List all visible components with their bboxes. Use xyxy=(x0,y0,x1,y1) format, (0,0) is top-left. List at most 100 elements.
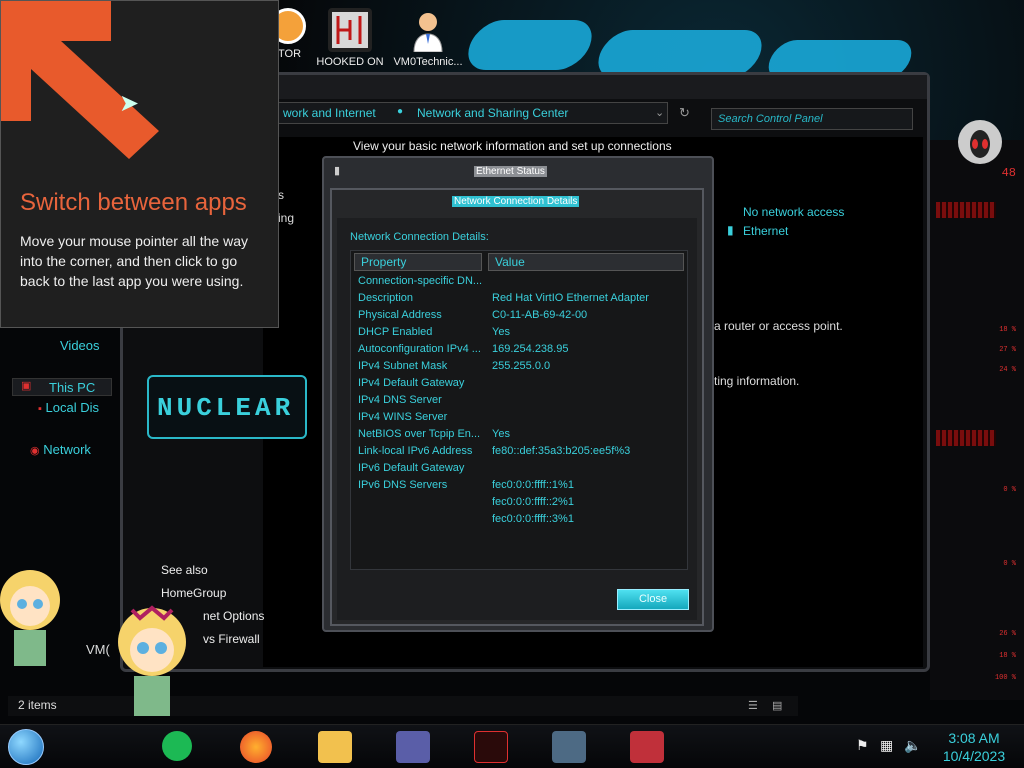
search-input[interactable]: Search Control Panel xyxy=(711,108,913,130)
details-view-icon[interactable]: ☰ xyxy=(748,699,758,712)
alien-logo-icon xyxy=(958,120,1002,164)
property-cell: IPv4 Default Gateway xyxy=(358,377,465,389)
nav-item-local-disk[interactable]: ▪ Local Dis xyxy=(38,400,99,415)
cartoon-character-icon xyxy=(112,602,192,720)
table-row[interactable]: IPv4 Subnet Mask 255.255.0.0 xyxy=(352,359,686,376)
desktop-icon-hooked-on[interactable]: HOOKED ON xyxy=(310,8,390,68)
cartoon-character-icon xyxy=(0,560,70,670)
value-cell: 255.255.0.0 xyxy=(492,360,551,372)
table-row[interactable]: Description Red Hat VirtIO Ethernet Adapt… xyxy=(352,291,686,308)
table-row[interactable]: NetBIOS over Tcpip En... Yes xyxy=(352,427,686,444)
value-cell: fec0:0:0:ffff::1%1 xyxy=(492,479,574,491)
dialog-title: Network Connection Details xyxy=(452,196,580,207)
property-cell: IPv4 Subnet Mask xyxy=(358,360,448,372)
nav-item-this-pc[interactable]: ▣ This PC xyxy=(12,378,112,396)
close-button[interactable]: Close xyxy=(617,589,689,610)
nuclear-logo: NUCLEAR xyxy=(147,375,307,439)
news-app-icon[interactable] xyxy=(630,731,664,763)
troubleshoot-text: ting information. xyxy=(714,374,800,388)
computer-icon: ▣ xyxy=(21,380,32,392)
firefox-icon[interactable] xyxy=(240,731,272,763)
refresh-icon[interactable]: ↻ xyxy=(679,105,690,121)
see-also-firewall[interactable]: vs Firewall xyxy=(203,632,260,646)
see-also-heading: See also xyxy=(161,563,208,577)
property-cell: IPv6 DNS Servers xyxy=(358,479,448,491)
table-row[interactable]: fec0:0:0:ffff::2%1 xyxy=(352,495,686,512)
value-cell: fec0:0:0:ffff::3%1 xyxy=(492,513,574,525)
gadget-value: 0 % xyxy=(1003,486,1016,494)
file-explorer-icon[interactable] xyxy=(318,731,352,763)
table-row[interactable]: Autoconfiguration IPv4 ... 169.254.238.95 xyxy=(352,342,686,359)
nav-item-network[interactable]: ◉ Network xyxy=(30,442,91,457)
gadget-bar xyxy=(936,430,996,446)
maze-icon xyxy=(328,8,372,52)
see-also-homegroup[interactable]: HomeGroup xyxy=(161,586,226,600)
gadget-value: 26 % xyxy=(999,630,1016,638)
system-monitor-gadget: 48 18 % 27 % 24 % 0 % 0 % 26 % 18 % 100 … xyxy=(930,120,1024,700)
table-row[interactable]: Link-local IPv6 Address fe80::def:35a3:b2… xyxy=(352,444,686,461)
doctor-icon xyxy=(406,8,450,53)
table-row[interactable]: IPv6 Default Gateway xyxy=(352,461,686,478)
ethernet-link[interactable]: Ethernet xyxy=(743,224,788,238)
plug-icon: ▮ xyxy=(727,223,734,237)
value-cell: 169.254.238.95 xyxy=(492,343,569,355)
plug-icon: ▮ xyxy=(334,165,341,177)
clock[interactable]: 3:08 AM 10/4/2023 xyxy=(934,729,1014,765)
desktop-icon-vm0technic[interactable]: VM0Technic... xyxy=(388,8,468,68)
column-header-value[interactable]: Value xyxy=(488,253,684,271)
table-row[interactable]: IPv4 WINS Server xyxy=(352,410,686,427)
value-cell: Yes xyxy=(492,326,510,338)
nav-item-videos[interactable]: Videos xyxy=(60,338,100,353)
gadget-value: 18 % xyxy=(999,326,1016,334)
value-cell: Yes xyxy=(492,428,510,440)
column-header-property[interactable]: Property xyxy=(354,253,482,271)
clock-time: 3:08 AM xyxy=(948,730,1000,746)
tip-body: Move your mouse pointer all the way into… xyxy=(20,233,248,289)
taskbar: ⚑ ▦ 🔈 3:08 AM 10/4/2023 xyxy=(0,724,1024,768)
dialog-title: Ethernet Status xyxy=(474,166,547,177)
table-row[interactable]: fec0:0:0:ffff::3%1 xyxy=(352,512,686,529)
table-row[interactable]: DHCP Enabled Yes xyxy=(352,325,686,342)
property-cell: Physical Address xyxy=(358,309,442,321)
corner-arrow-icon xyxy=(1,1,159,159)
mouse-pointer-icon: ➤ xyxy=(119,90,140,117)
breadcrumb-prev[interactable]: work and Internet xyxy=(283,106,376,120)
table-row[interactable]: IPv6 DNS Servers fec0:0:0:ffff::1%1 xyxy=(352,478,686,495)
speaker-icon[interactable]: 🔈 xyxy=(904,737,921,754)
property-cell: NetBIOS over Tcpip En... xyxy=(358,428,481,440)
table-row[interactable]: Physical Address C0-11-AB-69-42-00 xyxy=(352,308,686,325)
disk-icon: ▪ xyxy=(38,403,42,415)
truncated-text: ing xyxy=(278,211,295,225)
gadget-value: 24 % xyxy=(999,366,1016,374)
table-row[interactable]: Connection-specific DN... xyxy=(352,274,686,291)
router-text: a router or access point. xyxy=(714,319,843,333)
chevron-down-icon[interactable]: ⌄ xyxy=(655,106,664,119)
network-icon: ◉ xyxy=(30,445,40,457)
tip-title: Switch between apps xyxy=(20,189,247,216)
wallpaper-brush-stroke xyxy=(460,20,600,70)
gadget-value: 0 % xyxy=(1003,560,1016,568)
switch-apps-tip: ➤ Switch between apps Move your mouse po… xyxy=(0,0,279,328)
address-bar[interactable]: work and Internet ● Network and Sharing … xyxy=(278,102,668,124)
start-button[interactable] xyxy=(8,729,44,765)
table-row[interactable]: IPv4 DNS Server xyxy=(352,393,686,410)
nav-label: Local Dis xyxy=(45,400,99,415)
large-icons-view-icon[interactable]: ▤ xyxy=(772,699,782,712)
nuclear-logo-text: NUCLEAR xyxy=(157,393,295,423)
gadget-value: 18 % xyxy=(999,652,1016,660)
network-app-icon[interactable] xyxy=(552,731,586,763)
control-panel-icon[interactable] xyxy=(396,731,430,763)
property-cell: Link-local IPv6 Address xyxy=(358,445,473,457)
nav-label: This PC xyxy=(49,380,96,395)
wallpaper-brush-stroke xyxy=(591,30,769,78)
nuclear-app-icon[interactable] xyxy=(474,731,508,763)
network-tray-icon[interactable]: ▦ xyxy=(880,737,893,754)
spotify-icon[interactable] xyxy=(162,731,192,761)
see-also-internet-options[interactable]: net Options xyxy=(203,609,264,623)
details-section-label: Network Connection Details: xyxy=(350,231,489,243)
value-cell: fec0:0:0:ffff::2%1 xyxy=(492,496,574,508)
flag-icon[interactable]: ⚑ xyxy=(856,737,869,754)
table-row[interactable]: IPv4 Default Gateway xyxy=(352,376,686,393)
breadcrumb-current[interactable]: Network and Sharing Center xyxy=(417,106,568,120)
value-cell: fe80::def:35a3:b205:ee5f%3 xyxy=(492,445,631,457)
